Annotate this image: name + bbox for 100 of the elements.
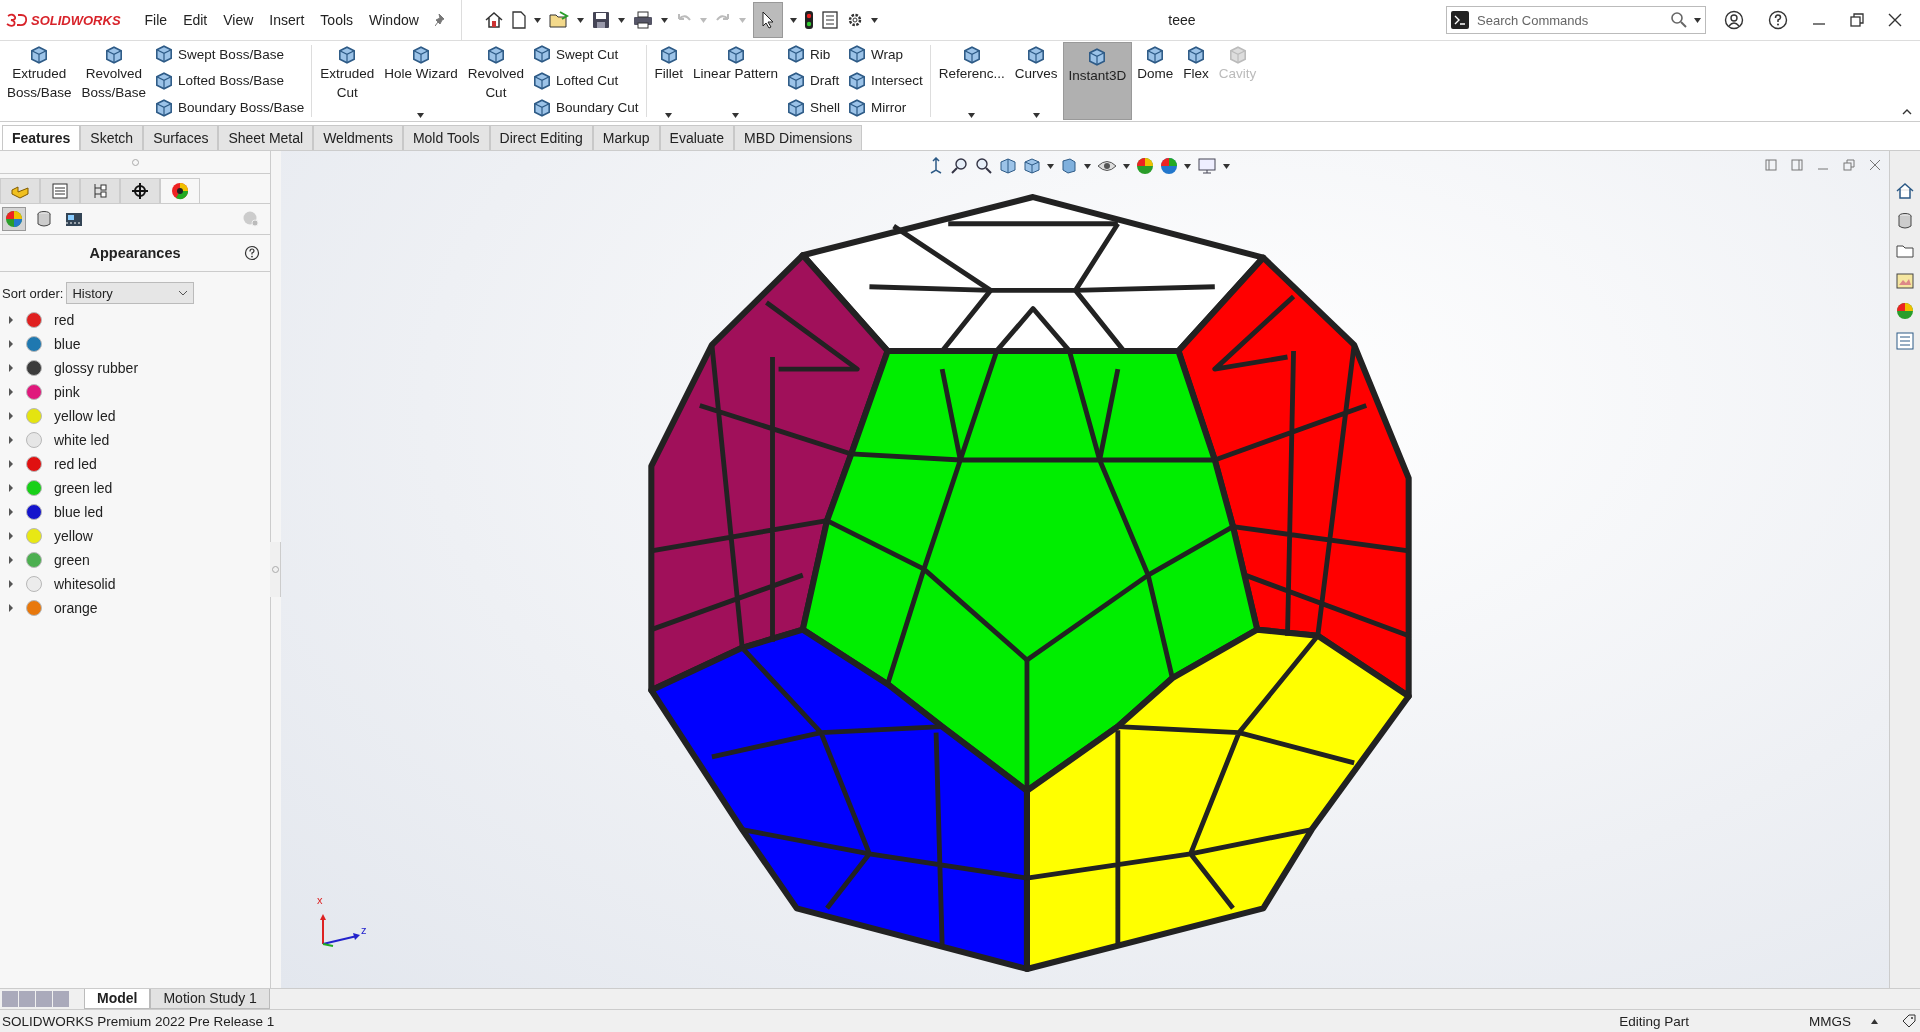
caret-icon[interactable] (870, 17, 878, 23)
expand-arrow-icon[interactable] (8, 340, 14, 348)
new-document-icon[interactable] (510, 10, 527, 30)
appearance-item[interactable]: glossy rubber (54, 360, 139, 376)
appearance-item[interactable]: pink (54, 384, 80, 400)
menu-item[interactable]: Edit (183, 12, 208, 28)
caret-icon[interactable] (1223, 163, 1230, 169)
ribbon-button[interactable]: Dome (1132, 41, 1179, 121)
pin-icon[interactable] (434, 13, 447, 27)
ribbon-button[interactable]: Flex (1178, 41, 1214, 121)
picture-icon[interactable] (1895, 271, 1915, 291)
collapse-ribbon-icon[interactable] (1902, 109, 1912, 115)
expand-arrow-icon[interactable] (8, 364, 14, 372)
ribbon-button[interactable]: Wrap (847, 45, 923, 64)
bottom-tab[interactable]: Model (84, 989, 151, 1009)
panel-tab[interactable] (160, 178, 200, 203)
ribbon-button[interactable]: Lofted Cut (533, 72, 639, 90)
ribbon-button[interactable]: Mirror (847, 98, 923, 117)
select-button[interactable] (752, 2, 783, 38)
menu-item[interactable]: Window (369, 12, 419, 28)
ribbon-button[interactable]: Swept Boss/Base (155, 45, 305, 64)
appearance-item[interactable]: red (54, 312, 75, 328)
magnifier-icon[interactable] (975, 157, 993, 175)
appearance-item[interactable]: green (54, 552, 90, 568)
menu-item[interactable]: View (223, 12, 254, 28)
monitor-icon[interactable] (1197, 157, 1217, 175)
save-icon[interactable] (590, 10, 611, 30)
expand-arrow-icon[interactable] (8, 316, 14, 324)
appearance-sphere-icon[interactable] (1895, 301, 1915, 321)
ribbon-button[interactable]: Lofted Boss/Base (155, 72, 305, 90)
cube-icon[interactable] (1023, 157, 1041, 175)
appearance-item[interactable]: orange (54, 600, 98, 616)
printer-icon[interactable] (631, 10, 654, 30)
ribbon-button[interactable]: Hole Wizard (379, 41, 463, 121)
zoom-area-icon[interactable] (951, 157, 969, 175)
command-tab[interactable]: Evaluate (659, 125, 735, 150)
appearance-item[interactable]: green led (54, 480, 113, 496)
sort-order-dropdown[interactable]: History (66, 282, 195, 304)
expand-arrow-icon[interactable] (8, 508, 14, 516)
ribbon-button[interactable]: Extruded Boss/Base (2, 41, 77, 121)
caret-icon[interactable] (1694, 17, 1701, 23)
panel-tab[interactable] (120, 178, 160, 203)
menu-item[interactable]: Insert (269, 12, 305, 28)
display-style-icon[interactable] (1060, 157, 1078, 175)
appearance-sphere-icon[interactable] (1136, 157, 1154, 175)
caret-icon[interactable] (1047, 163, 1054, 169)
command-tab[interactable]: Features (2, 125, 81, 150)
expand-arrow-icon[interactable] (8, 556, 14, 564)
caret-icon[interactable] (576, 17, 584, 23)
open-folder-icon[interactable] (547, 10, 570, 30)
caret-icon[interactable] (660, 17, 668, 23)
scene-sphere-icon[interactable] (1160, 157, 1178, 175)
appearance-item[interactable]: yellow (54, 528, 93, 544)
ribbon-button[interactable]: Boundary Cut (533, 98, 639, 117)
ribbon-button[interactable]: Fillet (649, 41, 689, 121)
expand-arrow-icon[interactable] (8, 604, 14, 612)
list-icon[interactable] (820, 10, 839, 30)
home-icon[interactable] (483, 10, 504, 30)
command-tab[interactable]: Direct Editing (489, 125, 593, 150)
caret-icon[interactable] (789, 17, 797, 23)
traffic-light-icon[interactable] (803, 10, 814, 30)
user-icon[interactable] (1724, 10, 1744, 30)
ribbon-button[interactable]: Referenc... (933, 41, 1010, 121)
close-icon[interactable] (1888, 13, 1902, 27)
menu-item[interactable]: Tools (320, 12, 354, 28)
command-tab[interactable]: Markup (592, 125, 660, 150)
command-tab[interactable]: Mold Tools (402, 125, 490, 150)
ribbon-button[interactable]: Curves (1009, 41, 1063, 121)
tile-left-icon[interactable] (1765, 159, 1777, 171)
ribbon-button[interactable]: Revolved Cut (462, 41, 530, 121)
ribbon-button[interactable]: Revolved Boss/Base (76, 41, 152, 121)
command-tab[interactable]: MBD Dimensions (734, 125, 863, 150)
expand-arrow-icon[interactable] (8, 484, 14, 492)
expand-arrow-icon[interactable] (8, 388, 14, 396)
ribbon-button[interactable]: Intersect (847, 72, 923, 90)
section-view-icon[interactable] (999, 157, 1017, 175)
caret-icon[interactable] (533, 17, 541, 23)
ribbon-button[interactable]: Rib (786, 45, 840, 64)
appearance-item[interactable]: blue (54, 336, 81, 352)
appearance-item[interactable]: yellow led (54, 408, 116, 424)
search-icon[interactable] (1670, 11, 1688, 29)
caret-icon[interactable] (1123, 163, 1130, 169)
appearance-item[interactable]: red led (54, 456, 97, 472)
expand-arrow-icon[interactable] (8, 532, 14, 540)
tag-icon[interactable] (1902, 1014, 1916, 1028)
list-icon[interactable] (1895, 331, 1915, 351)
caret-icon[interactable] (617, 17, 625, 23)
ribbon-button[interactable]: Shell (786, 98, 840, 117)
command-tab[interactable]: Sketch (80, 125, 144, 150)
appearance-item[interactable]: whitesolid (54, 576, 116, 592)
cylinder-icon[interactable] (1895, 211, 1915, 231)
ribbon-button[interactable]: Extruded Cut (315, 41, 380, 121)
ribbon-button[interactable]: Instant3D (1062, 42, 1133, 120)
expand-arrow-icon[interactable] (8, 412, 14, 420)
appearance-item[interactable]: white led (54, 432, 110, 448)
help-icon[interactable] (1768, 10, 1788, 30)
units-selector[interactable]: MMGS (1809, 1013, 1851, 1029)
tile-right-icon[interactable] (1791, 159, 1803, 171)
home-icon[interactable] (1895, 181, 1915, 201)
restore-icon[interactable] (1850, 13, 1864, 27)
